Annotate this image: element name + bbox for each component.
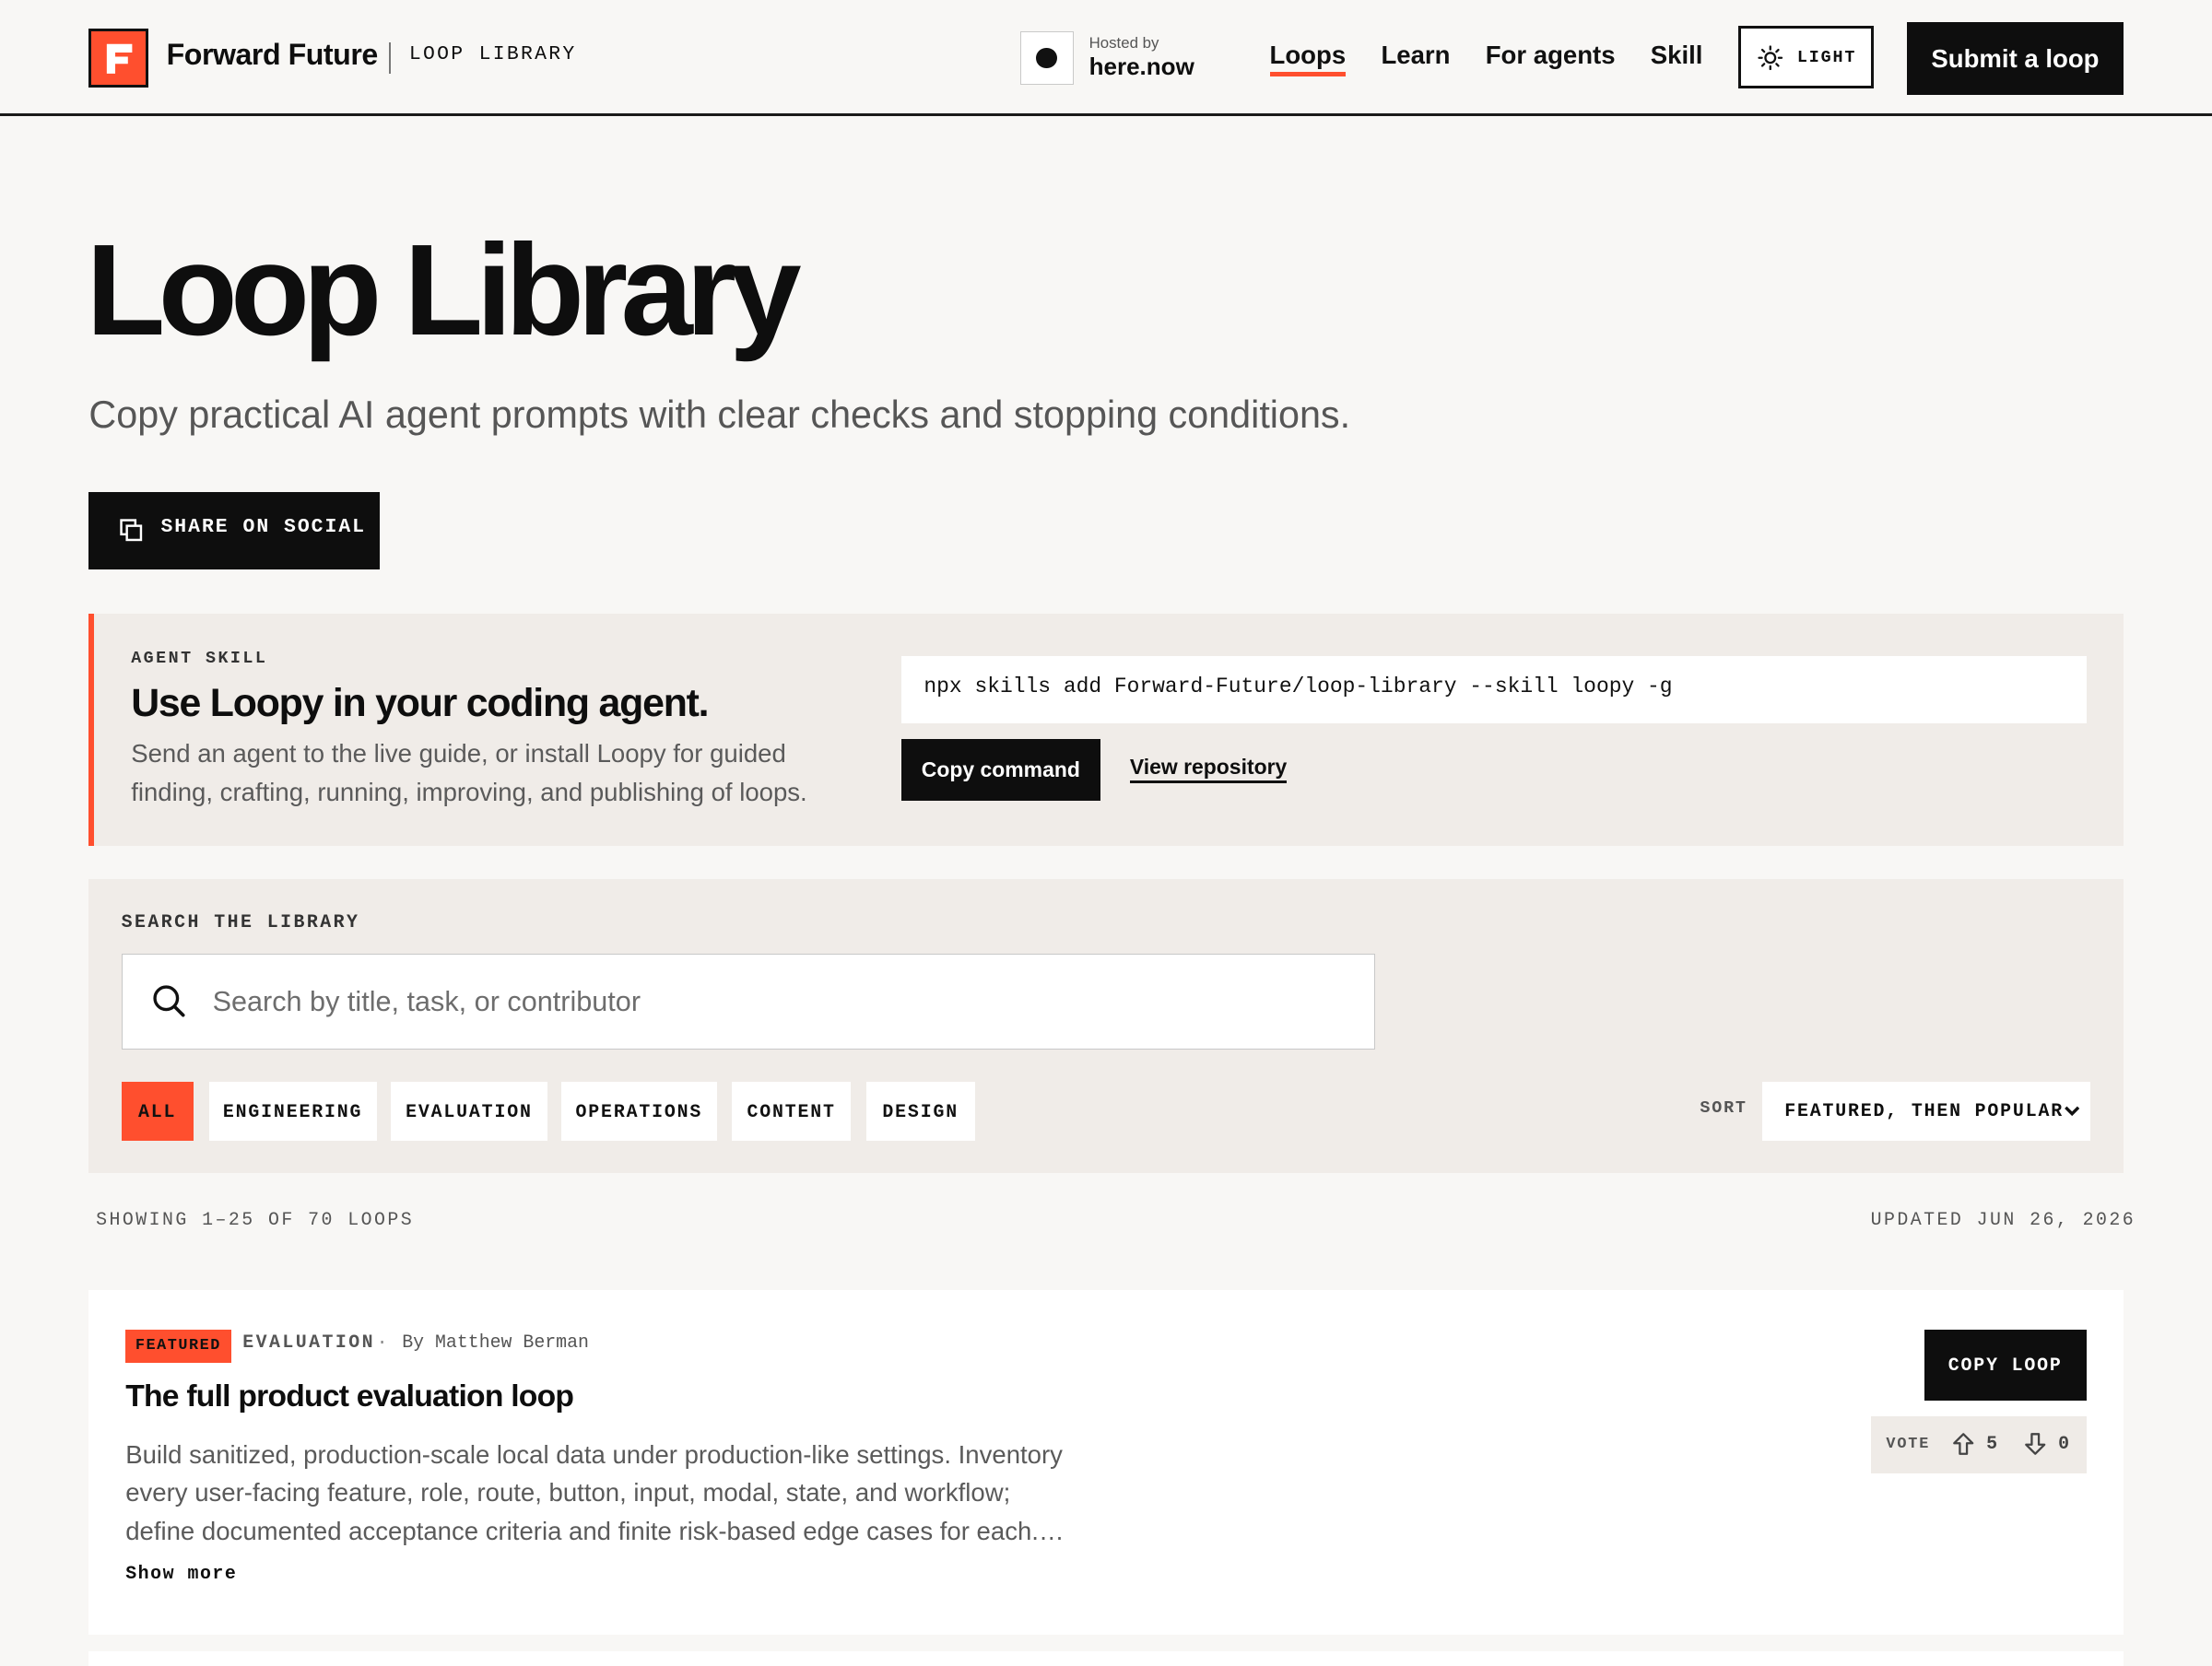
- view-repository-link[interactable]: View repository: [1129, 755, 1288, 784]
- upvote-count: 5: [1986, 1433, 1997, 1455]
- hosted-by-label: Hosted by: [1088, 33, 1159, 52]
- search-eyebrow: SEARCH THE LIBRARY: [121, 910, 360, 933]
- updated-date: UPDATED JUN 26, 2026: [1870, 1208, 2136, 1230]
- filter-evaluation[interactable]: EVALUATION: [390, 1081, 547, 1142]
- forward-future-logo-icon[interactable]: [88, 28, 148, 88]
- sort-value: FEATURED, THEN POPULAR: [1784, 1099, 2064, 1121]
- loop-title[interactable]: The full product evaluation loop: [125, 1379, 574, 1414]
- downvote-count: 0: [2058, 1433, 2070, 1455]
- sort-label: SORT: [1700, 1098, 1747, 1119]
- copy-command-button[interactable]: Copy command: [900, 739, 1100, 802]
- meta-separator: ·: [376, 1331, 388, 1353]
- here-now-logo-icon: [1036, 47, 1058, 69]
- agent-skill-eyebrow: AGENT SKILL: [131, 649, 268, 669]
- share-on-social-button[interactable]: SHARE ON SOCIAL: [88, 492, 380, 570]
- filter-operations[interactable]: OPERATIONS: [561, 1081, 717, 1142]
- agent-skill-title: Use Loopy in your coding agent.: [131, 681, 709, 726]
- vote-label: VOTE: [1886, 1436, 1931, 1454]
- hosted-by-badge[interactable]: [1019, 30, 1074, 85]
- results-count: SHOWING 1–25 OF 70 LOOPS: [96, 1208, 415, 1230]
- submit-loop-button[interactable]: Submit a loop: [1907, 22, 2124, 95]
- copy-loop-button[interactable]: COPY LOOP: [1924, 1330, 2087, 1401]
- search-icon: [153, 985, 185, 1017]
- theme-toggle-label: LIGHT: [1796, 47, 1857, 67]
- nav-for-agents[interactable]: For agents: [1486, 41, 1616, 70]
- page-subtitle: Copy practical AI agent prompts with cle…: [88, 393, 1351, 437]
- share-on-social-label: SHARE ON SOCIAL: [160, 516, 367, 539]
- search-box[interactable]: [121, 953, 1376, 1050]
- nav-skill[interactable]: Skill: [1651, 41, 1703, 70]
- brand-name[interactable]: Forward Future: [167, 38, 379, 72]
- loop-author: By Matthew Berman: [402, 1331, 589, 1353]
- nav-active-indicator: [1269, 72, 1347, 76]
- site-header: Forward Future LOOP LIBRARY Hosted by he…: [0, 0, 2212, 116]
- loop-description: Build sanitized, production-scale local …: [125, 1440, 1065, 1545]
- loop-card: FEATURED EVALUATION · By Matthew Berman …: [88, 1290, 2124, 1635]
- chevron-down-icon: [2065, 1107, 2080, 1117]
- nav-loops[interactable]: Loops: [1270, 41, 1347, 70]
- filter-all[interactable]: ALL: [121, 1081, 194, 1142]
- downvote-arrow-icon[interactable]: [2024, 1432, 2046, 1456]
- featured-badge: FEATURED: [125, 1330, 231, 1363]
- filter-engineering[interactable]: ENGINEERING: [208, 1081, 377, 1142]
- search-panel: SEARCH THE LIBRARY ALL ENGINEERING EVALU…: [88, 878, 2124, 1174]
- vote-box: VOTE 5 0: [1870, 1415, 2087, 1474]
- hosted-by-name[interactable]: here.now: [1089, 53, 1194, 81]
- agent-skill-panel: AGENT SKILL Use Loopy in your coding age…: [88, 613, 2124, 847]
- filter-content[interactable]: CONTENT: [732, 1081, 851, 1142]
- agent-skill-description: Send an agent to the live guide, or inst…: [131, 739, 807, 806]
- section-name: LOOP LIBRARY: [408, 43, 577, 66]
- page-title: Loop Library: [86, 217, 801, 362]
- nav-learn[interactable]: Learn: [1381, 41, 1450, 70]
- loop-category: EVALUATION: [242, 1331, 376, 1353]
- copy-icon: [120, 519, 143, 542]
- install-command-box[interactable]: npx skills add Forward-Future/loop-libra…: [900, 655, 2087, 724]
- search-input[interactable]: [209, 974, 1316, 1031]
- theme-toggle-button[interactable]: LIGHT: [1737, 25, 1874, 89]
- sort-select[interactable]: FEATURED, THEN POPULAR: [1761, 1081, 2091, 1142]
- filter-design[interactable]: DESIGN: [865, 1081, 975, 1142]
- brand-divider: [389, 41, 391, 74]
- show-more-link[interactable]: Show more: [125, 1563, 237, 1584]
- sun-icon: [1758, 45, 1783, 71]
- upvote-arrow-icon[interactable]: [1952, 1432, 1974, 1456]
